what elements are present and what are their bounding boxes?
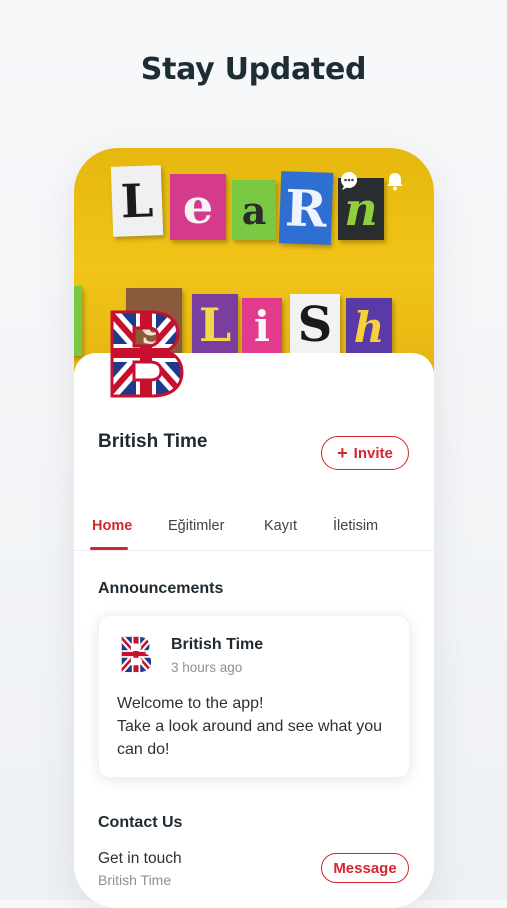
cover-letter-tile: a (232, 180, 276, 240)
announcement-post[interactable]: British Time 3 hours ago Welcome to the … (98, 615, 410, 778)
author-avatar (119, 635, 153, 673)
contact-primary-text: Get in touch (98, 850, 182, 867)
page-headline: Stay Updated (140, 52, 367, 87)
tab-egitimler[interactable]: Eğitimler (168, 518, 224, 534)
tab-home[interactable]: Home (92, 518, 132, 534)
cover-letter-tile: S (290, 294, 340, 356)
cover-letter-tile: h (346, 298, 392, 356)
contact-secondary-text: British Time (98, 872, 172, 888)
message-button[interactable]: Message (321, 853, 409, 883)
post-author: British Time (171, 636, 264, 653)
tab-iletisim[interactable]: İletisim (333, 518, 378, 534)
announcements-title: Announcements (98, 580, 224, 597)
cover-letter-tile: L (192, 294, 238, 356)
chat-bubble-icon[interactable] (338, 170, 360, 192)
post-line: Take a look around and see what you can … (117, 718, 383, 758)
bell-icon[interactable] (384, 170, 406, 192)
post-line: Welcome to the app! (117, 695, 264, 712)
cover-letter-tile: R (278, 171, 334, 245)
cover-letter-tile: L (110, 165, 164, 237)
cover-letter-tile: e (170, 174, 226, 240)
contact-title: Contact Us (98, 814, 183, 831)
tab-kayit[interactable]: Kayıt (264, 518, 297, 534)
cover-letter-tile (74, 286, 82, 356)
cover-letter-tile: i (242, 298, 282, 354)
plus-icon: + (337, 443, 348, 463)
phone-frame: L e a R n g L i S h (74, 148, 434, 908)
tab-bar: Home Eğitimler Kayıt İletisim (74, 508, 434, 551)
invite-button[interactable]: + Invite (321, 436, 409, 470)
invite-label: Invite (353, 444, 393, 462)
profile-name: British Time (98, 431, 208, 452)
active-tab-indicator (90, 547, 128, 550)
post-body: Welcome to the app! Take a look around a… (117, 692, 395, 761)
brand-logo (106, 308, 186, 398)
post-timestamp: 3 hours ago (171, 660, 243, 675)
